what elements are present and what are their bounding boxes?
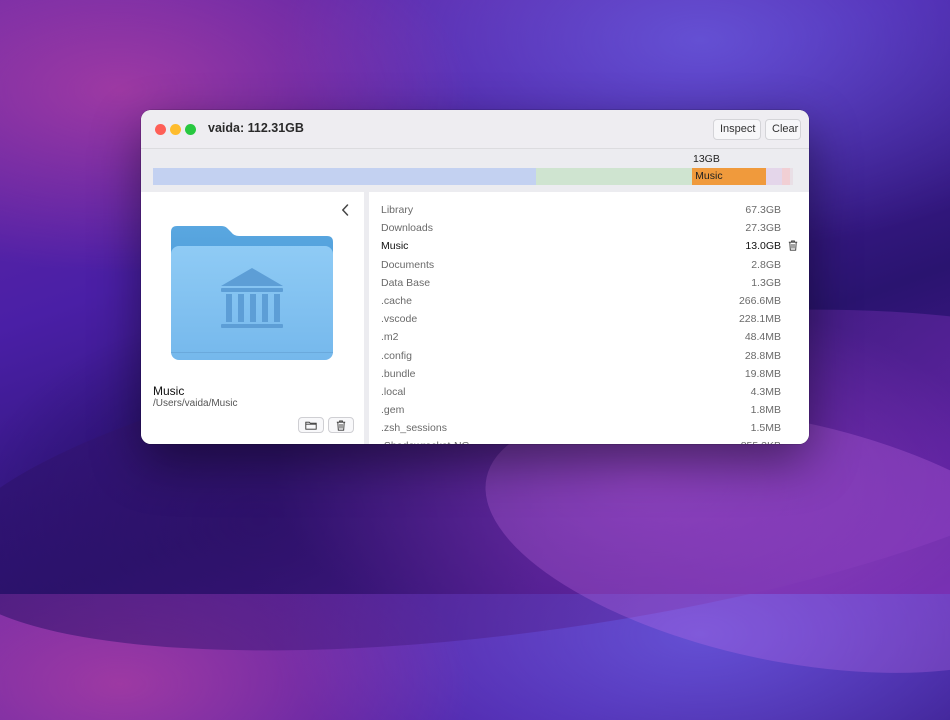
item-name: .Shadowrocket-NG [381, 440, 470, 444]
item-name: .cache [381, 294, 412, 307]
item-name: Music [381, 240, 409, 253]
list-row[interactable]: .gem 1.8MB [369, 401, 809, 419]
item-size: 19.8MB [744, 367, 781, 380]
list-row[interactable]: .Shadowrocket-NG 855.3KB [369, 437, 809, 444]
list-row[interactable]: Data Base 1.3GB [369, 274, 809, 292]
trash-icon [336, 420, 346, 431]
usage-bar-size-label: 13GB [693, 153, 720, 165]
item-size: 228.1MB [738, 313, 781, 326]
minimize-window-button[interactable] [170, 124, 181, 135]
item-name: Downloads [381, 222, 433, 235]
list-row[interactable]: .bundle 19.8MB [369, 365, 809, 383]
usage-segment-other[interactable] [790, 168, 793, 185]
item-name: .m2 [381, 331, 399, 344]
item-name: .local [381, 385, 406, 398]
item-name: .gem [381, 404, 405, 417]
selection-detail-panel: Music /Users/vaida/Music [141, 192, 364, 444]
reveal-in-finder-button[interactable] [298, 417, 324, 433]
usage-segment-documents[interactable] [766, 168, 783, 185]
chevron-left-icon[interactable] [341, 203, 349, 219]
item-size: 13.0GB [745, 240, 781, 253]
usage-bar-area: 13GB Music [141, 148, 809, 193]
list-row[interactable]: Downloads 27.3GB [369, 219, 809, 237]
usage-segment-label: Music [695, 170, 723, 182]
list-row[interactable]: .cache 266.6MB [369, 292, 809, 310]
list-row[interactable]: .vscode 228.1MB [369, 310, 809, 328]
window-title: vaida: 112.31GB [208, 121, 304, 135]
item-name: .config [381, 349, 412, 362]
music-folder-icon [171, 222, 335, 369]
usage-segment-data-base[interactable] [782, 168, 790, 185]
item-size: 67.3GB [745, 204, 781, 216]
item-size: 48.4MB [744, 331, 781, 344]
move-to-trash-button[interactable] [328, 417, 354, 433]
zoom-window-button[interactable] [185, 124, 196, 135]
list-row[interactable]: Music 13.0GB [369, 237, 809, 255]
item-name: Library [381, 204, 414, 216]
usage-segment-downloads[interactable] [536, 168, 693, 185]
item-name: .bundle [381, 367, 416, 380]
item-size: 1.8MB [750, 404, 781, 417]
item-name: .zsh_sessions [381, 422, 447, 435]
list-row[interactable]: Library 67.3GB [369, 201, 809, 219]
close-window-button[interactable] [155, 124, 166, 135]
list-row[interactable]: .zsh_sessions 1.5MB [369, 419, 809, 437]
list-row[interactable]: .m2 48.4MB [369, 328, 809, 346]
clear-button[interactable]: Clear [765, 119, 801, 140]
item-name: .vscode [381, 313, 418, 326]
item-size: 2.8GB [751, 258, 781, 271]
usage-segment-music[interactable]: Music [692, 168, 767, 185]
title-bar: vaida: 112.31GB Inspect Clear [141, 110, 809, 148]
selected-item-path: /Users/vaida/Music [153, 398, 238, 409]
usage-bar: Music [153, 168, 793, 185]
list-row[interactable]: .local 4.3MB [369, 383, 809, 401]
directory-list: Library 67.3GB Downloads 27.3GB Music 13.0GB D… [369, 192, 809, 444]
item-size: 4.3MB [750, 385, 781, 398]
item-name: Data Base [381, 276, 431, 289]
list-row[interactable]: Documents 2.8GB [369, 256, 809, 274]
app-window: vaida: 112.31GB Inspect Clear 13GB Music [141, 110, 809, 444]
trash-icon[interactable] [788, 240, 798, 254]
usage-segment-library[interactable] [153, 168, 537, 185]
item-size: 1.3GB [751, 276, 781, 289]
item-size: 266.6MB [738, 294, 781, 307]
item-size: 28.8MB [744, 349, 781, 362]
item-size: 27.3GB [745, 222, 781, 235]
item-name: Documents [381, 258, 435, 271]
item-size: 855.3KB [741, 440, 781, 444]
list-row[interactable]: .config 28.8MB [369, 347, 809, 365]
item-size: 1.5MB [750, 422, 781, 435]
selected-item-name: Music [153, 384, 185, 398]
folder-icon [305, 421, 317, 430]
inspect-button[interactable]: Inspect [713, 119, 761, 140]
